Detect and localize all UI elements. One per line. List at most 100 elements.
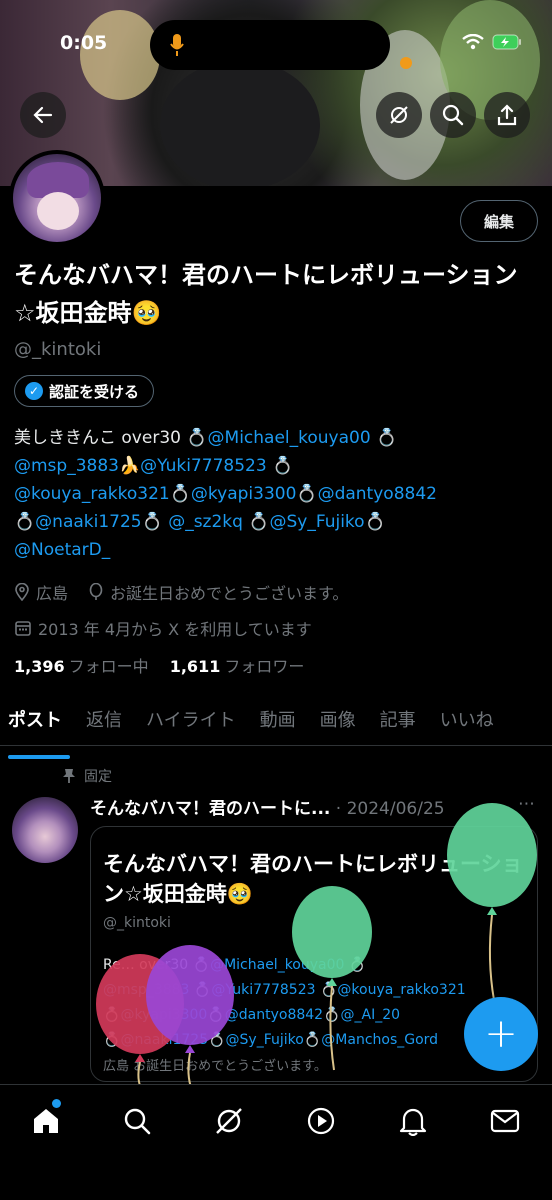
tab-replies[interactable]: 返信 [78,700,130,745]
home-icon [34,1109,58,1133]
bio-text: 💍 [189,982,212,998]
tab-articles[interactable]: 記事 [372,700,424,745]
tab-likes[interactable]: いいね [432,700,502,745]
bio-text: 💍 [296,484,318,504]
tab-images[interactable]: 画像 [312,700,364,745]
get-verified-label: 認証を受ける [49,382,140,401]
birthday-text: お誕生日おめでとうございます。 [110,584,349,603]
following-count: 1,396 [14,657,65,676]
status-time: 0:05 [60,32,108,54]
arrow-left-icon [33,106,53,124]
post-author-name[interactable]: そんなバハマ！君のハートに... [90,799,330,819]
bio-text: 💍 [207,1007,225,1023]
nav-notifications[interactable] [388,1101,438,1141]
mention-link[interactable]: @Sy_Fujiko [270,512,365,532]
mention-link[interactable]: @naaki1725 [35,512,141,532]
post-more-button[interactable]: ⋯ [518,794,535,814]
mention-link[interactable]: @Michael_kouya00 [210,957,344,973]
bio-text: 💍 [208,1032,226,1048]
search-icon [124,1108,151,1135]
mention-link[interactable]: @Michael_kouya00 [208,428,371,448]
bio-line: @msp_3883🍌@Yuki7778523 💍 [14,452,542,480]
mention-link[interactable]: @Sy_Fujiko [226,1032,304,1048]
bio-text: 💍 [242,512,270,532]
microphone-icon [170,34,184,56]
card-meta: 広島 お誕生日おめでとうございます。 [103,1059,327,1074]
bio-text: 💍 [141,512,169,532]
joined-text: 2013 年 4月から X を利用しています [38,620,312,639]
bio-text: 💍 [370,428,398,448]
share-icon [497,104,517,126]
post-author-avatar[interactable] [12,797,78,863]
card-bio-line: Re… over30 💍@Michael_kouya00 💍 [103,953,531,978]
edit-profile-button[interactable]: 編集 [460,200,538,242]
mention-link[interactable]: @dantyo8842 [318,484,437,504]
home-notification-dot [52,1099,61,1108]
following-link[interactable]: 1,396 フォロー中 [14,657,149,676]
video-icon [307,1107,335,1135]
compose-post-button[interactable]: + [464,997,538,1071]
mention-link[interactable]: @kouya_rakko321 [337,982,465,998]
wifi-icon [462,34,484,50]
nav-search[interactable] [112,1101,162,1141]
followers-link[interactable]: 1,611 フォロワー [170,657,305,676]
bio-text: 💍 [103,1032,121,1048]
card-handle: @_kintoki [103,915,171,931]
card-bio-line: @msp_3883 💍@Yuki7778523 💍@kouya_rakko321 [103,978,531,1003]
grok-icon [216,1108,242,1134]
mention-link[interactable]: @msp_3883 [103,982,189,998]
mention-link[interactable]: @kyapi3300 [120,1007,207,1023]
follow-stats: 1,396 フォロー中 1,611 フォロワー [14,653,304,677]
post-date[interactable]: 2024/06/25 [347,799,445,819]
mention-link[interactable]: @NoetarD_ [14,540,110,560]
location-icon [15,583,29,601]
bio-text: 💍 [266,456,294,476]
bell-icon [399,1108,427,1136]
bio-line: 💍@naaki1725💍 @_sz2kq 💍@Sy_Fujiko💍 [14,508,542,536]
profile-bio: 美しききんこ over30 💍@Michael_kouya00 💍 @msp_38… [14,424,542,564]
pin-icon [63,769,75,783]
share-button[interactable] [484,92,530,138]
bio-text: 💍 [344,957,367,973]
bio-line: @kouya_rakko321💍@kyapi3300💍@dantyo8842 [14,480,542,508]
mention-link[interactable]: @_sz2kq [168,512,243,532]
profile-handle: @_kintoki [14,339,102,360]
bio-text: 💍 [364,512,386,532]
bio-text: 💍 [103,1007,121,1023]
mention-link[interactable]: @Yuki7778523 [211,982,315,998]
profile-avatar[interactable] [9,150,105,246]
profile-name: そんなバハマ！君のハートにレボリューション☆坂田金時🥹 [14,261,518,327]
tab-highlights[interactable]: ハイライト [138,700,244,745]
mention-link[interactable]: @kyapi3300 [191,484,297,504]
followers-count: 1,611 [169,657,221,676]
back-button[interactable] [20,92,66,138]
followers-label: フォロワー [224,657,305,676]
mention-link[interactable]: @msp_3883 [14,456,119,476]
bio-text: 💍 [14,512,36,532]
mention-link[interactable]: @Yuki7778523 [140,456,267,476]
bottom-nav [0,1084,552,1200]
nav-messages[interactable] [480,1101,530,1141]
nav-video[interactable] [296,1101,346,1141]
nav-grok[interactable] [204,1101,254,1141]
bio-text: 💍 [303,1032,322,1048]
mention-link[interactable]: @Manchos_Gord [321,1032,438,1048]
nav-home[interactable] [21,1101,71,1141]
search-icon [442,104,464,126]
location-text: 広島 [36,584,69,603]
tab-videos[interactable]: 動画 [252,700,304,745]
avatar-face [37,192,79,230]
search-button[interactable] [430,92,476,138]
mention-link[interactable]: @naaki1725 [120,1032,208,1048]
status-bar: 0:05 [0,0,552,90]
grok-icon [390,106,408,124]
mention-link[interactable]: @_AI_20 [341,1007,401,1023]
grok-button[interactable] [376,92,422,138]
verified-badge-icon: ✓ [25,382,43,400]
bio-text: 💍 [169,484,191,504]
mention-link[interactable]: @dantyo8842 [225,1007,323,1023]
battery-icon [492,34,521,50]
tab-posts[interactable]: ポスト [0,700,70,759]
get-verified-button[interactable]: ✓ 認証を受ける [14,375,155,407]
mention-link[interactable]: @kouya_rakko321 [14,484,170,504]
